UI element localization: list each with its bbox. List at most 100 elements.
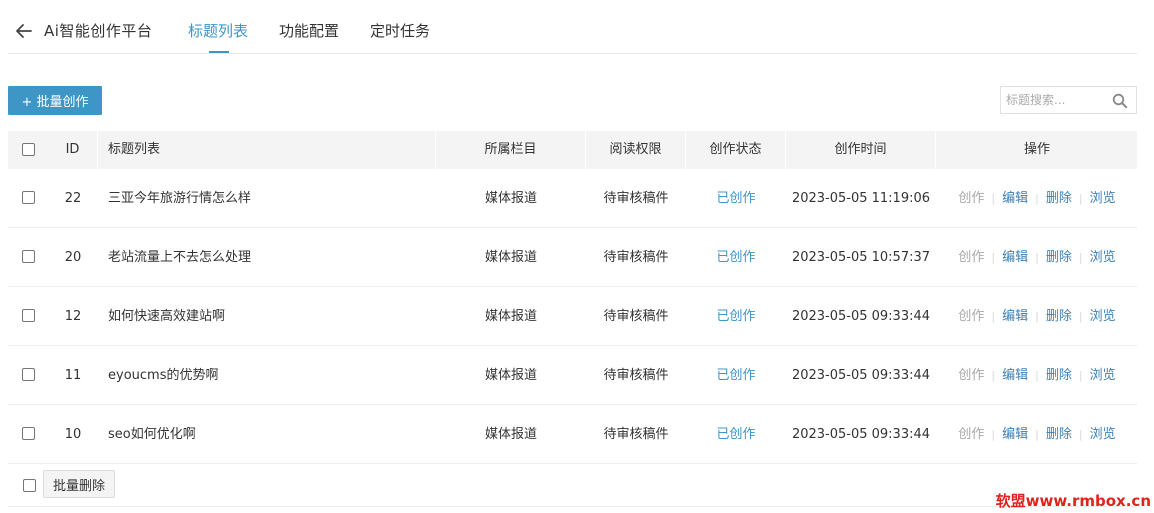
status-badge: 已创作 <box>716 309 756 324</box>
search-box <box>1000 86 1137 114</box>
status-badge: 已创作 <box>716 368 756 383</box>
tab-title-list[interactable]: 标题列表 <box>188 20 248 41</box>
table-row: 20 老站流量上不去怎么处理 媒体报道 待审核稿件 已创作 2023-05-05 10:5… <box>8 228 1137 287</box>
delete-link[interactable]: 删除 <box>1046 427 1072 442</box>
cell-title: 老站流量上不去怎么处理 <box>108 250 252 265</box>
cell-permission: 待审核稿件 <box>603 309 669 324</box>
table-header: ID 标题列表 所属栏目 阅读权限 创作状态 创作时间 操作 <box>8 131 1137 169</box>
footer-select-all-checkbox[interactable] <box>23 479 36 492</box>
select-all-checkbox[interactable] <box>22 143 35 156</box>
row-checkbox[interactable] <box>22 250 35 263</box>
create-action-disabled: 创作 <box>958 368 985 383</box>
footer-divider <box>8 506 1137 507</box>
app-title: Ai智能创作平台 <box>44 22 153 40</box>
cell-title: 如何快速高效建站啊 <box>108 309 226 324</box>
cell-permission: 待审核稿件 <box>603 191 669 206</box>
edit-link[interactable]: 编辑 <box>1002 427 1028 442</box>
table-row: 12 如何快速高效建站啊 媒体报道 待审核稿件 已创作 2023-05-05 09:33:… <box>8 287 1137 346</box>
cell-column: 媒体报道 <box>484 309 537 324</box>
cell-permission: 待审核稿件 <box>603 250 669 265</box>
header-time: 创作时间 <box>786 131 936 169</box>
view-link[interactable]: 浏览 <box>1090 309 1116 324</box>
view-link[interactable]: 浏览 <box>1090 368 1116 383</box>
cell-permission: 待审核稿件 <box>603 368 669 383</box>
header-id: ID <box>48 131 98 169</box>
action-separator: | <box>991 310 996 323</box>
cell-id: 22 <box>64 191 82 206</box>
cell-time: 2023-05-05 09:33:44 <box>791 427 931 442</box>
action-separator: | <box>1078 192 1083 205</box>
row-checkbox[interactable] <box>22 309 35 322</box>
row-actions: 创作 | 编辑 | 删除 | 浏览 <box>937 405 1137 464</box>
row-checkbox[interactable] <box>22 427 35 440</box>
create-action-disabled: 创作 <box>958 191 985 206</box>
action-separator: | <box>1035 192 1039 205</box>
batch-create-button[interactable]: + 批量创作 <box>8 86 102 115</box>
edit-link[interactable]: 编辑 <box>1002 250 1028 265</box>
edit-link[interactable]: 编辑 <box>1002 309 1028 324</box>
action-separator: | <box>1035 428 1039 441</box>
tab-scheduled-tasks[interactable]: 定时任务 <box>370 20 430 41</box>
search-icon[interactable] <box>1112 93 1128 109</box>
edit-link[interactable]: 编辑 <box>1002 191 1028 206</box>
cell-title: 三亚今年旅游行情怎么样 <box>108 191 252 206</box>
view-link[interactable]: 浏览 <box>1090 191 1116 206</box>
cell-id: 11 <box>64 368 82 383</box>
create-action-disabled: 创作 <box>958 309 985 324</box>
view-link[interactable]: 浏览 <box>1090 427 1116 442</box>
cell-permission: 待审核稿件 <box>603 427 669 442</box>
top-nav-bar: Ai智能创作平台 标题列表 功能配置 定时任务 <box>8 0 1137 54</box>
cell-id: 20 <box>64 250 82 265</box>
active-tab-indicator <box>209 51 229 53</box>
cell-time: 2023-05-05 11:19:06 <box>791 191 931 206</box>
delete-link[interactable]: 删除 <box>1046 368 1072 383</box>
create-action-disabled: 创作 <box>958 427 985 442</box>
action-separator: | <box>1078 369 1083 382</box>
cell-column: 媒体报道 <box>484 427 537 442</box>
table-row: 10 seo如何优化啊 媒体报道 待审核稿件 已创作 2023-05-05 09:33:4… <box>8 405 1137 464</box>
action-separator: | <box>1078 428 1083 441</box>
table-row: 22 三亚今年旅游行情怎么样 媒体报道 待审核稿件 已创作 2023-05-05 11:1… <box>8 169 1137 228</box>
action-separator: | <box>1035 251 1039 264</box>
cell-column: 媒体报道 <box>484 250 537 265</box>
row-actions: 创作 | 编辑 | 删除 | 浏览 <box>937 169 1137 228</box>
cell-time: 2023-05-05 09:33:44 <box>791 368 931 383</box>
batch-delete-button[interactable]: 批量删除 <box>43 470 115 498</box>
search-input[interactable] <box>1006 91 1106 109</box>
action-separator: | <box>1035 369 1039 382</box>
view-link[interactable]: 浏览 <box>1090 250 1116 265</box>
create-action-disabled: 创作 <box>958 250 985 265</box>
row-checkbox[interactable] <box>22 191 35 204</box>
cell-title: eyoucms的优势啊 <box>108 368 219 383</box>
status-badge: 已创作 <box>716 191 756 206</box>
action-separator: | <box>991 192 996 205</box>
action-separator: | <box>991 369 996 382</box>
cell-time: 2023-05-05 09:33:44 <box>791 309 931 324</box>
action-separator: | <box>1078 310 1083 323</box>
table-row: 11 eyoucms的优势啊 媒体报道 待审核稿件 已创作 2023-05-05 09:3… <box>8 346 1137 405</box>
tab-feature-config[interactable]: 功能配置 <box>279 20 339 41</box>
cell-id: 10 <box>64 427 82 442</box>
table-body: 22 三亚今年旅游行情怎么样 媒体报道 待审核稿件 已创作 2023-05-05 11:1… <box>8 169 1137 464</box>
header-column: 所属栏目 <box>436 131 586 169</box>
cell-column: 媒体报道 <box>484 368 537 383</box>
watermark: 软盟www.rmbox.cn <box>995 492 1151 510</box>
header-title: 标题列表 <box>98 131 436 169</box>
action-separator: | <box>1035 310 1039 323</box>
status-badge: 已创作 <box>716 427 756 442</box>
row-actions: 创作 | 编辑 | 删除 | 浏览 <box>937 287 1137 346</box>
cell-title: seo如何优化啊 <box>108 427 196 442</box>
delete-link[interactable]: 删除 <box>1046 309 1072 324</box>
header-permission: 阅读权限 <box>586 131 686 169</box>
header-status: 创作状态 <box>686 131 786 169</box>
arrow-left-icon[interactable] <box>14 20 36 42</box>
cell-time: 2023-05-05 10:57:37 <box>791 250 931 265</box>
edit-link[interactable]: 编辑 <box>1002 368 1028 383</box>
title-table: ID 标题列表 所属栏目 阅读权限 创作状态 创作时间 操作 22 三亚今年旅游行… <box>8 131 1137 464</box>
action-separator: | <box>1078 251 1083 264</box>
status-badge: 已创作 <box>716 250 756 265</box>
row-checkbox[interactable] <box>22 368 35 381</box>
delete-link[interactable]: 删除 <box>1046 191 1072 206</box>
row-actions: 创作 | 编辑 | 删除 | 浏览 <box>937 346 1137 405</box>
delete-link[interactable]: 删除 <box>1046 250 1072 265</box>
